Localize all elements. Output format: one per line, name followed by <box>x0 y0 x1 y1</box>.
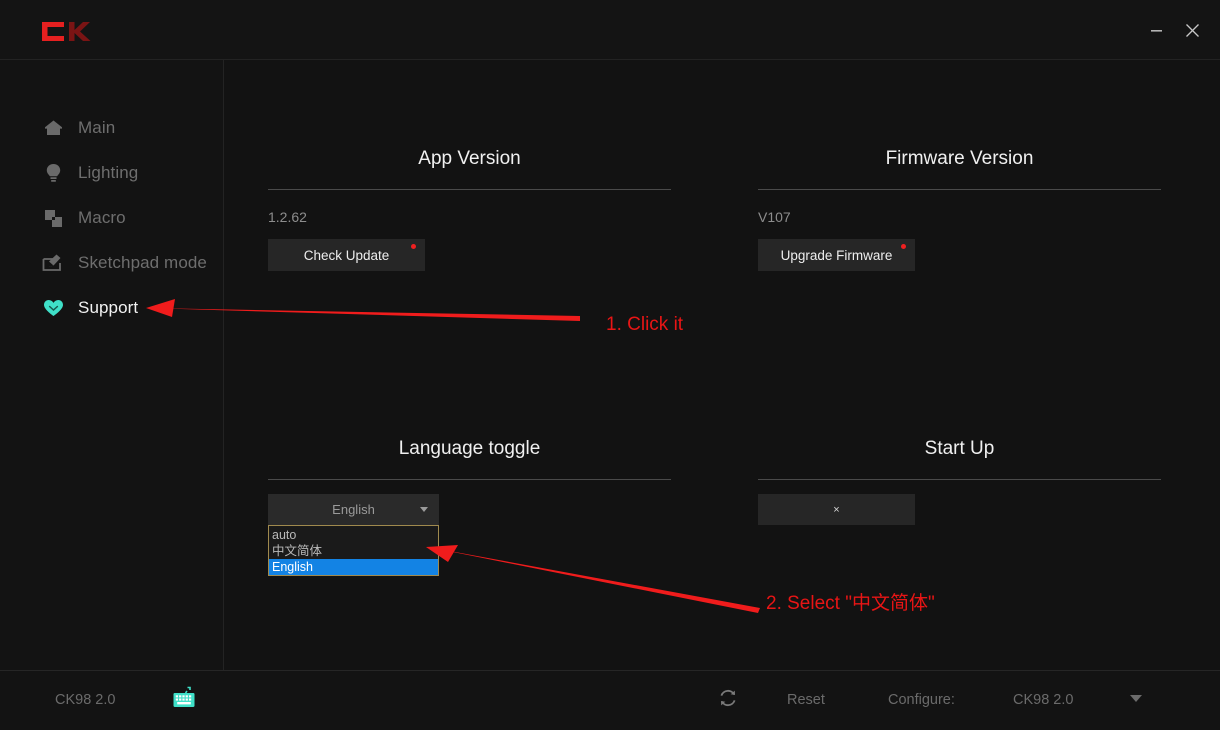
sidebar-item-label: Sketchpad mode <box>78 253 207 272</box>
annotation-step-1-text: 1. Click it <box>606 314 684 335</box>
configure-value[interactable]: CK98 2.0 <box>1013 692 1073 708</box>
panel-title: App Version <box>418 148 521 169</box>
sidebar-item-macro[interactable]: Macro <box>0 199 223 237</box>
sidebar-item-support[interactable]: Support <box>0 289 223 327</box>
sidebar-item-lighting[interactable]: Lighting <box>0 154 223 192</box>
macro-icon <box>40 209 66 228</box>
refresh-icon[interactable] <box>718 688 738 708</box>
annotation-step-2-text: 2. Select "中文简体" <box>766 593 935 614</box>
sidebar-item-main[interactable]: Main <box>0 109 223 147</box>
language-select: English auto 中文简体 English <box>268 494 439 576</box>
ck-logo <box>38 16 98 46</box>
language-option-list: auto 中文简体 English <box>268 525 439 576</box>
language-select-value: English <box>332 502 375 517</box>
check-update-button[interactable]: Check Update <box>268 239 425 271</box>
upgrade-firmware-button[interactable]: Upgrade Firmware <box>758 239 915 271</box>
panel-app-version: App Version 1.2.62 Check Update <box>268 148 671 271</box>
firmware-badge-dot <box>901 244 906 249</box>
reset-button[interactable]: Reset <box>787 692 825 708</box>
close-button[interactable] <box>1175 14 1209 46</box>
panel-divider <box>268 189 671 190</box>
heart-icon <box>40 299 66 318</box>
language-option-chinese-simplified[interactable]: 中文简体 <box>269 543 438 559</box>
configure-dropdown-caret-icon[interactable] <box>1130 695 1142 702</box>
main-content: App Version 1.2.62 Check Update Firmware… <box>224 60 1220 670</box>
sidebar-item-label: Support <box>78 298 139 317</box>
language-option-english[interactable]: English <box>269 559 438 575</box>
home-icon <box>40 119 66 137</box>
upgrade-firmware-label: Upgrade Firmware <box>780 247 893 263</box>
bulb-icon <box>40 163 66 183</box>
panel-title: Firmware Version <box>885 148 1034 169</box>
sidebar-item-label: Main <box>78 118 116 137</box>
app-version-value: 1.2.62 <box>268 209 307 225</box>
sidebar-item-sketchpad-mode[interactable]: Sketchpad mode <box>0 244 223 282</box>
firmware-version-value: V107 <box>758 209 791 225</box>
title-bar <box>0 0 1220 60</box>
panel-title: Start Up <box>924 438 995 459</box>
sidebar-item-label: Lighting <box>78 163 139 182</box>
panel-divider <box>758 479 1161 480</box>
panel-divider <box>758 189 1161 190</box>
language-option-auto[interactable]: auto <box>269 527 438 543</box>
panel-language-toggle: Language toggle English auto 中文简体 Englis… <box>268 438 671 576</box>
keyboard-icon[interactable] <box>172 686 197 710</box>
chevron-down-icon <box>420 507 428 512</box>
panel-firmware-version: Firmware Version V107 Upgrade Firmware <box>758 148 1161 271</box>
sketchpad-icon <box>40 253 66 273</box>
update-badge-dot <box>411 244 416 249</box>
start-up-toggle-button[interactable]: × <box>758 494 915 525</box>
minimize-button[interactable] <box>1139 14 1173 46</box>
language-select-button[interactable]: English <box>268 494 439 525</box>
sidebar-item-label: Macro <box>78 208 126 227</box>
start-up-toggle-label: × <box>833 503 840 516</box>
app-window: Main Lighting Macro Sketchpad mode Suppo… <box>0 0 1220 730</box>
panel-title: Language toggle <box>398 438 541 459</box>
panel-divider <box>268 479 671 480</box>
status-device-name: CK98 2.0 <box>55 692 116 708</box>
sidebar: Main Lighting Macro Sketchpad mode Suppo… <box>0 60 224 670</box>
check-update-label: Check Update <box>303 247 390 263</box>
configure-label: Configure: <box>888 692 955 708</box>
panel-start-up: Start Up × <box>758 438 1161 525</box>
